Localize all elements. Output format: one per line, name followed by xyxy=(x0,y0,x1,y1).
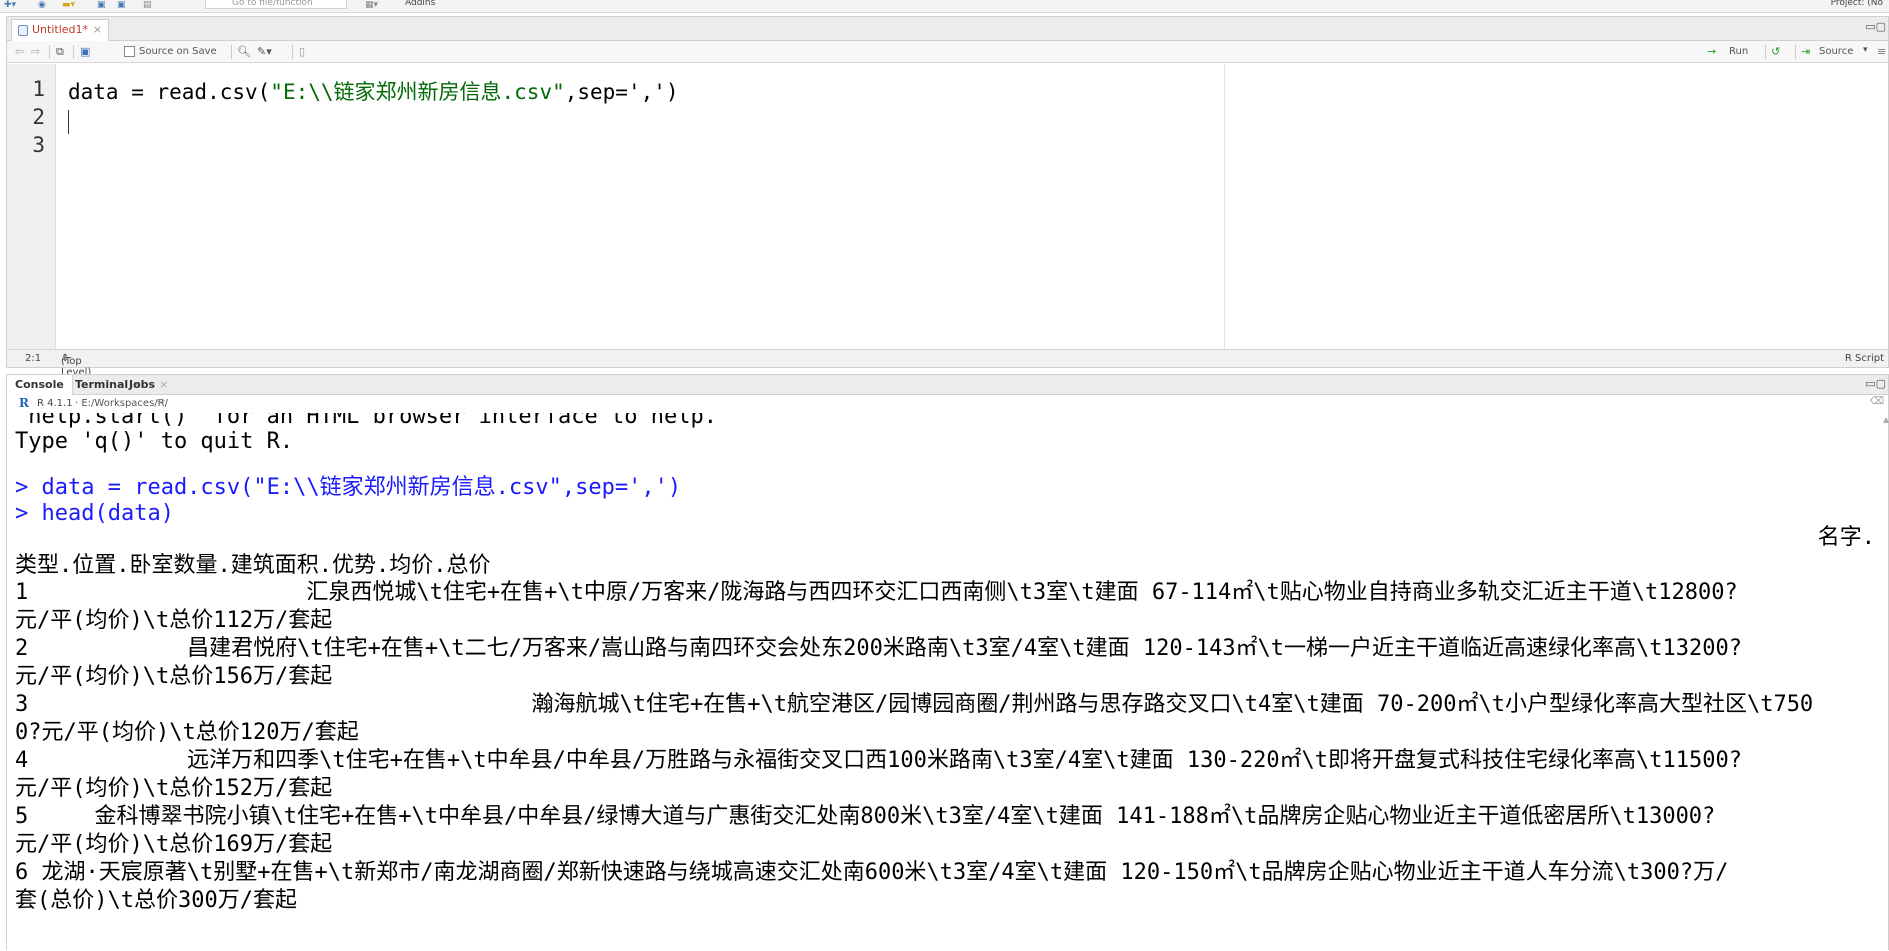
file-type-selector[interactable]: R Script xyxy=(1845,353,1884,364)
close-icon: × xyxy=(159,378,169,391)
go-to-directory-icon[interactable]: ⇨ xyxy=(157,396,165,407)
goto-file-input[interactable]: Go to file/function xyxy=(205,0,347,9)
run-button[interactable]: Run xyxy=(1729,46,1748,57)
console-line: 类型.位置.卧室数量.建筑面积.优势.均价.总价 xyxy=(15,553,491,578)
source-icon[interactable]: ⇥ xyxy=(1801,45,1810,58)
console-line: 元/平(均价)\t总价169万/套起 xyxy=(15,832,333,857)
source-on-save-label: Source on Save xyxy=(139,46,217,57)
open-folder-icon[interactable]: ▬▾ xyxy=(62,0,75,10)
tab-console[interactable]: Console xyxy=(7,375,73,395)
r-file-icon xyxy=(18,25,28,36)
editor-toolbar: ⇦ ⇨ ⧉ ▣ Source on Save 🔍︎ ✎▾ ▯ → Run ↺ ⇥… xyxy=(7,41,1888,63)
code-string: "E:\\链家郑州新房信息.csv" xyxy=(270,80,565,104)
source-editor-pane: Untitled1* × ▭▢ ⇦ ⇨ ⧉ ▣ Source on Save 🔍… xyxy=(6,16,1889,378)
maximize-pane-icon[interactable]: ▭▢ xyxy=(1865,377,1886,390)
text-cursor xyxy=(68,110,69,134)
run-icon[interactable]: → xyxy=(1707,45,1716,58)
project-menu[interactable]: Project: (No xyxy=(1831,0,1883,8)
line-number: 3 xyxy=(32,133,45,157)
console-line: 元/平(均价)\t总价156万/套起 xyxy=(15,664,333,689)
console-line: Type 'q()' to quit R. xyxy=(15,429,294,454)
editor-tabbar: Untitled1* × ▭▢ xyxy=(7,17,1888,41)
line-number: 1 xyxy=(32,77,45,101)
new-file-icon[interactable]: ✚▾ xyxy=(4,0,16,10)
print-icon[interactable]: ▤ xyxy=(143,0,152,10)
line-number: 2 xyxy=(32,105,45,129)
cursor-position: 2:1 xyxy=(25,353,42,364)
code-editor[interactable]: data = read.csv("E:\\链家郑州新房信息.csv",sep='… xyxy=(56,64,1887,349)
console-line: 2 昌建君悦府\t住宅+在售+\t二七/万客来/嵩山路与南四环交会处东200米路… xyxy=(15,636,1743,661)
main-toolbar: ✚▾ ◉ ▬▾ ▣ ▣ ▤ Go to file/function ▦▾ Add… xyxy=(0,0,1889,13)
console-scrollbar[interactable]: ▲ xyxy=(1882,413,1889,951)
source-on-save-checkbox[interactable] xyxy=(124,46,135,57)
back-arrow-icon[interactable]: ⇦ xyxy=(15,45,24,58)
source-button[interactable]: Source xyxy=(1819,46,1853,57)
scroll-up-icon[interactable]: ▲ xyxy=(1883,415,1889,424)
save-all-icon[interactable]: ▣ xyxy=(117,0,126,10)
console-line: 元/平(均价)\t总价152万/套起 xyxy=(15,776,333,801)
editor-file-tab-label: Untitled1* xyxy=(32,23,89,36)
addins-menu[interactable]: Addins xyxy=(405,0,435,8)
close-icon[interactable]: × xyxy=(93,20,102,40)
console-input-line: > data = read.csv("E:\\链家郑州新房信息.csv",sep… xyxy=(15,475,682,500)
console-line: 名字. xyxy=(1817,525,1875,550)
working-directory[interactable]: · E:/Workspaces/R/ xyxy=(75,398,168,409)
console-line: 5 金科博翠书院小镇\t住宅+在售+\t中牟县/中牟县/绿博大道与广惠街交汇处南… xyxy=(15,804,1716,829)
line-number-gutter: 1 2 3 xyxy=(7,64,56,349)
scope-selector[interactable]: (Top Level) ⇕ xyxy=(61,353,91,378)
console-line: 'help.start()' for an HTML browser inter… xyxy=(15,413,717,429)
search-icon[interactable]: 🔍︎ xyxy=(237,45,251,58)
r-version: R 4.1.1 xyxy=(37,398,73,409)
console-info-bar: R R 4.1.1 · E:/Workspaces/R/ ⇨ ⌫ xyxy=(7,395,1888,413)
outline-icon[interactable]: ≡ xyxy=(1877,45,1886,58)
console-line: 3 瀚海航城\t住宅+在售+\t航空港区/园博园商圈/荆州路与思存路交叉口\t4… xyxy=(15,692,1814,717)
code-tools-icon[interactable]: ✎▾ xyxy=(257,45,272,58)
code-token: ,sep=',') xyxy=(564,80,679,104)
console-tabbar: Console Terminal × Jobs × ▭▢ xyxy=(7,375,1888,395)
console-pane: Console Terminal × Jobs × ▭▢ R R 4.1.1 · E… xyxy=(6,374,1889,950)
tab-jobs[interactable]: Jobs × xyxy=(121,375,176,395)
grid-icon[interactable]: ▦▾ xyxy=(365,0,378,10)
maximize-pane-icon[interactable]: ▭▢ xyxy=(1865,20,1886,33)
save-icon[interactable]: ▣ xyxy=(80,45,90,58)
forward-arrow-icon[interactable]: ⇨ xyxy=(31,45,40,58)
show-in-window-icon[interactable]: ⧉ xyxy=(56,45,64,59)
save-icon[interactable]: ▣ xyxy=(97,0,106,10)
console-line: 6 龙湖·天宸原著\t别墅+在售+\t新郑市/南龙湖商圈/郑新快速路与绕城高速交… xyxy=(15,860,1729,885)
new-project-icon[interactable]: ◉ xyxy=(38,0,46,10)
editor-file-tab[interactable]: Untitled1* × xyxy=(11,19,109,41)
console-line: 4 远洋万和四季\t住宅+在售+\t中牟县/中牟县/万胜路与永福街交叉口西100… xyxy=(15,748,1743,773)
clear-console-icon[interactable]: ⌫ xyxy=(1870,396,1884,407)
source-dropdown-icon[interactable]: ▾ xyxy=(1863,45,1868,55)
console-input-line: > head(data) xyxy=(15,501,174,526)
console-output[interactable]: 'help.start()' for an HTML browser inter… xyxy=(7,413,1875,951)
r-logo-icon: R xyxy=(19,396,29,410)
compile-report-icon[interactable]: ▯ xyxy=(299,45,305,58)
console-line: 套(总价)\t总价300万/套起 xyxy=(15,888,297,913)
rerun-icon[interactable]: ↺ xyxy=(1771,45,1780,58)
console-line: 元/平(均价)\t总价112万/套起 xyxy=(15,608,333,633)
code-line[interactable]: data = read.csv("E:\\链家郑州新房信息.csv",sep='… xyxy=(68,76,679,106)
editor-status-bar: 2:1 (Top Level) ⇕ R Script xyxy=(7,349,1888,378)
console-line: 1 汇泉西悦城\t住宅+在售+\t中原/万客来/陇海路与西四环交汇口西南侧\t3… xyxy=(15,580,1738,605)
code-token: data = read.csv( xyxy=(68,80,271,104)
print-margin xyxy=(1224,64,1225,349)
console-line: 0?元/平(均价)\t总价120万/套起 xyxy=(15,720,359,745)
